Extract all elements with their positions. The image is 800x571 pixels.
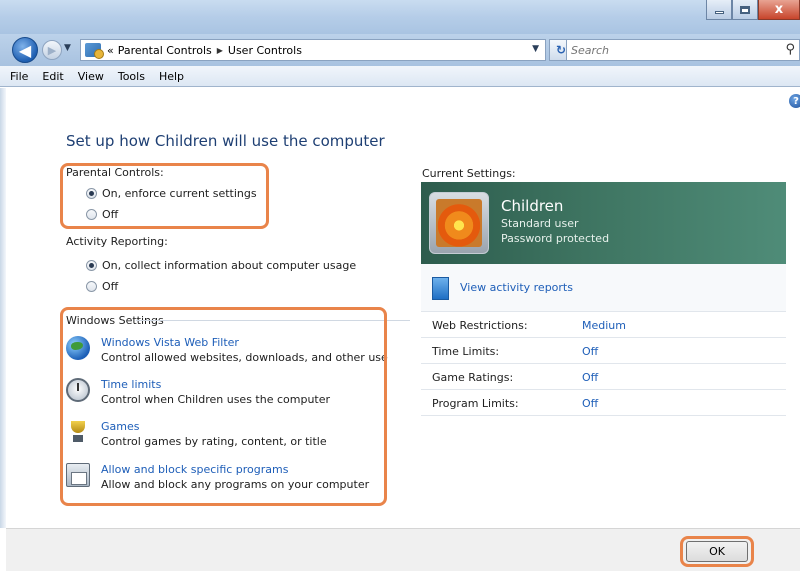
menu-tools[interactable]: Tools	[118, 70, 145, 83]
address-prefix[interactable]: «	[107, 44, 114, 57]
activity-reports-panel: View activity reports	[421, 264, 786, 312]
current-settings-label: Current Settings:	[422, 167, 516, 180]
activity-reporting-off-option[interactable]: Off	[86, 280, 118, 293]
activity-reporting-on-option[interactable]: On, collect information about computer u…	[86, 259, 356, 272]
limit-row-games: Game Ratings: Off	[421, 364, 786, 390]
radio-button[interactable]	[86, 281, 97, 292]
menu-view[interactable]: View	[78, 70, 104, 83]
menu-edit[interactable]: Edit	[42, 70, 63, 83]
title-bar: x	[0, 0, 800, 34]
limit-key: Time Limits:	[432, 345, 500, 358]
page-title: Set up how Children will use the compute…	[66, 132, 385, 150]
user-summary-panel: Children Standard user Password protecte…	[421, 182, 786, 264]
limit-key: Game Ratings:	[432, 371, 514, 384]
window-controls: x	[706, 0, 800, 20]
user-account-type: Standard user	[501, 217, 579, 230]
limit-key: Web Restrictions:	[432, 319, 528, 332]
address-dropdown-icon[interactable]: ▼	[532, 44, 539, 54]
limit-value: Off	[582, 345, 599, 358]
breadcrumb-parental-controls[interactable]: Parental Controls	[118, 44, 212, 57]
limit-key: Program Limits:	[432, 397, 519, 410]
limit-row-time: Time Limits: Off	[421, 338, 786, 364]
highlight-windows-settings	[60, 307, 387, 506]
left-navigation-edge	[0, 88, 6, 528]
menu-help[interactable]: Help	[159, 70, 184, 83]
address-row: ◀ ▶ ▼ « Parental Controls ▶ User Control…	[0, 34, 800, 66]
activity-reporting-off-label: Off	[102, 280, 119, 293]
back-button[interactable]: ◀	[12, 37, 38, 63]
limit-row-programs: Program Limits: Off	[421, 390, 786, 416]
maximize-button[interactable]	[732, 0, 758, 20]
menu-bar: File Edit View Tools Help	[0, 66, 800, 87]
user-name: Children	[501, 197, 564, 215]
highlight-parental-controls	[60, 163, 269, 229]
search-input[interactable]	[567, 43, 767, 57]
address-bar[interactable]: « Parental Controls ▶ User Controls ▼	[80, 39, 546, 61]
limit-row-web: Web Restrictions: Medium	[421, 312, 786, 338]
close-icon: x	[774, 2, 784, 17]
search-box: ⚲	[566, 39, 800, 61]
limit-value: Medium	[582, 319, 626, 332]
forward-arrow-icon: ▶	[47, 43, 57, 57]
highlight-ok-button	[680, 536, 754, 567]
radio-button-checked[interactable]	[86, 260, 97, 271]
activity-reporting-label: Activity Reporting:	[66, 235, 168, 248]
minimize-button[interactable]	[706, 0, 732, 20]
user-password-status: Password protected	[501, 232, 610, 245]
limit-value: Off	[582, 397, 599, 410]
recent-pages-dropdown[interactable]: ▼	[64, 43, 71, 53]
breadcrumb-separator-icon[interactable]: ▶	[217, 46, 223, 55]
activity-reporting-on-label: On, collect information about computer u…	[102, 259, 357, 272]
back-arrow-icon: ◀	[18, 40, 32, 60]
maximize-icon	[740, 5, 750, 14]
close-button[interactable]: x	[758, 0, 800, 20]
menu-file[interactable]: File	[10, 70, 28, 83]
refresh-icon: ↻	[555, 43, 567, 57]
report-icon[interactable]	[432, 277, 449, 300]
user-avatar	[429, 192, 489, 254]
forward-button[interactable]: ▶	[42, 40, 62, 60]
flower-picture	[436, 199, 482, 247]
help-icon[interactable]: ?	[789, 94, 800, 108]
search-icon[interactable]: ⚲	[785, 42, 795, 57]
breadcrumb-user-controls[interactable]: User Controls	[228, 44, 302, 57]
view-activity-reports-link[interactable]: View activity reports	[460, 281, 573, 294]
minimize-icon	[714, 11, 724, 14]
chevron-down-icon: ▼	[64, 43, 71, 53]
limit-value: Off	[582, 371, 599, 384]
parental-controls-icon	[85, 43, 104, 59]
